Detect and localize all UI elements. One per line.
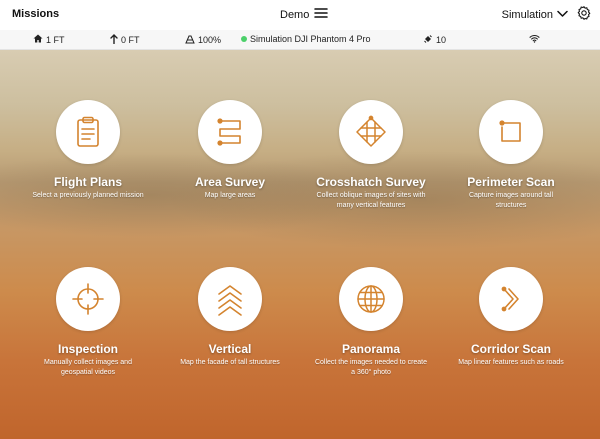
satellite-readout: 10 bbox=[423, 34, 446, 46]
card-description: Capture images around tall structures bbox=[468, 192, 554, 209]
aircraft-name: Simulation DJI Phantom 4 Pro bbox=[250, 34, 371, 44]
battery-value: 100% bbox=[198, 35, 222, 45]
satellite-icon bbox=[423, 34, 433, 46]
card-title: Area Survey bbox=[194, 175, 266, 189]
card-area-survey-circle[interactable] bbox=[198, 100, 262, 164]
altitude-readout: 0 FT bbox=[110, 34, 140, 46]
wifi-icon bbox=[529, 34, 540, 45]
card-description: Map linear features such as roads bbox=[458, 359, 564, 366]
card-description: Collect the images needed to create a 36… bbox=[314, 359, 428, 376]
clipboard-icon bbox=[77, 116, 99, 147]
card-corridor-scan-circle[interactable] bbox=[479, 267, 543, 331]
card-description: Map large areas bbox=[204, 192, 256, 199]
card-title: Vertical bbox=[208, 342, 252, 356]
perimeter-icon bbox=[499, 120, 521, 142]
chevrons-up-icon bbox=[218, 285, 242, 316]
home-height-value: 1 FT bbox=[46, 34, 65, 45]
area-survey-icon bbox=[217, 118, 241, 146]
home-height-readout: 1 FT bbox=[33, 34, 65, 45]
card-corridor-scan[interactable]: Corridor Scan Map linear features such a… bbox=[436, 267, 586, 368]
card-description: Map the facade of tall structures bbox=[180, 359, 280, 366]
card-flight-plans[interactable]: Flight Plans Select a previously planned… bbox=[13, 100, 163, 201]
card-description: Manually collect images and geospatial v… bbox=[44, 359, 132, 376]
mode-selector[interactable]: Simulation bbox=[502, 9, 568, 21]
crosshair-icon bbox=[72, 283, 104, 315]
card-title: Flight Plans bbox=[53, 175, 122, 189]
battery-readout: 100% bbox=[185, 34, 221, 46]
hamburger-icon[interactable] bbox=[314, 7, 329, 22]
card-inspection[interactable]: Inspection Manually collect images and g… bbox=[13, 267, 163, 378]
card-area-survey[interactable]: Area Survey Map large areas bbox=[155, 100, 305, 201]
status-bar: 1 FT 0 FT 100% Simulation DJI Phantom 4 … bbox=[0, 30, 600, 50]
corridor-icon bbox=[501, 286, 519, 312]
card-title: Inspection bbox=[57, 342, 118, 356]
wifi-readout bbox=[529, 34, 540, 45]
card-description: Collect oblique images of sites with man… bbox=[316, 192, 426, 209]
chevron-down-icon[interactable] bbox=[557, 9, 568, 21]
aircraft-status-dot bbox=[241, 36, 247, 42]
card-vertical-circle[interactable] bbox=[198, 267, 262, 331]
card-title: Panorama bbox=[341, 342, 401, 356]
card-title: Corridor Scan bbox=[470, 342, 551, 356]
card-title: Crosshatch Survey bbox=[316, 175, 426, 189]
globe-icon bbox=[357, 285, 385, 313]
home-icon bbox=[33, 34, 43, 45]
top-bar: Missions Demo Simulation bbox=[0, 0, 600, 30]
card-inspection-circle[interactable] bbox=[56, 267, 120, 331]
battery-icon bbox=[185, 34, 195, 46]
mode-label: Simulation bbox=[501, 8, 553, 21]
card-title: Perimeter Scan bbox=[467, 175, 555, 189]
card-panorama-circle[interactable] bbox=[339, 267, 403, 331]
satellite-count: 10 bbox=[436, 35, 447, 45]
card-description: Select a previously planned mission bbox=[32, 192, 144, 199]
gear-icon[interactable] bbox=[576, 5, 592, 24]
mission-type-grid: Flight Plans Select a previously planned… bbox=[0, 50, 600, 439]
card-crosshatch-survey[interactable]: Crosshatch Survey Collect oblique images… bbox=[296, 100, 446, 211]
card-perimeter-scan[interactable]: Perimeter Scan Capture images around tal… bbox=[436, 100, 586, 211]
card-vertical[interactable]: Vertical Map the facade of tall structur… bbox=[155, 267, 305, 368]
project-name: Demo bbox=[280, 8, 310, 21]
page-title: Missions bbox=[12, 8, 60, 20]
card-perimeter-scan-circle[interactable] bbox=[479, 100, 543, 164]
altitude-value: 0 FT bbox=[121, 35, 140, 45]
card-flight-plans-circle[interactable] bbox=[56, 100, 120, 164]
arrow-up-icon bbox=[110, 34, 118, 46]
card-crosshatch-survey-circle[interactable] bbox=[339, 100, 403, 164]
aircraft-readout: Simulation DJI Phantom 4 Pro bbox=[241, 34, 371, 44]
project-selector[interactable]: Demo bbox=[280, 7, 329, 22]
card-panorama[interactable]: Panorama Collect the images needed to cr… bbox=[296, 267, 446, 378]
crosshatch-icon bbox=[356, 115, 386, 147]
